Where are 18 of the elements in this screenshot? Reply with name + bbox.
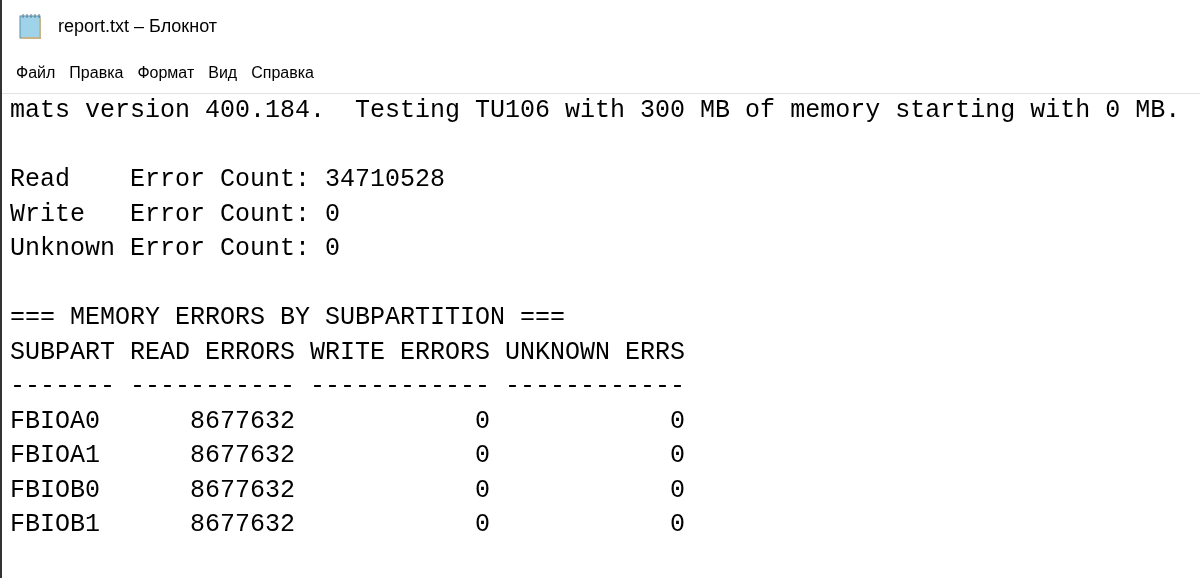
text-line: FBIOB1 8677632 0 0 xyxy=(10,509,687,541)
text-line: === MEMORY ERRORS BY SUBPARTITION === xyxy=(10,302,567,334)
menu-item[interactable]: Файл xyxy=(14,60,68,85)
menu-item[interactable]: Формат xyxy=(135,60,207,85)
menu-item[interactable]: Справка xyxy=(249,60,326,85)
text-line: Write Error Count: 0 xyxy=(10,198,342,231)
text-line: FBIOA0 8677632 0 0 xyxy=(10,405,687,438)
text-line: ------- ----------- ------------ ------------ xyxy=(10,371,687,403)
text-line: mats version 400.184. Testing TU106 with 300 MB of memory starting with 0 MB. xyxy=(10,95,1182,127)
notepad-icon xyxy=(18,12,44,40)
menu-item[interactable]: Вид xyxy=(206,60,250,85)
text-line: Unknown Error Count: 0 xyxy=(10,233,342,265)
text-line: FBIOA1 8677632 0 0 xyxy=(10,440,687,472)
text-line: FBIOB0 8677632 0 0 xyxy=(10,474,687,507)
text-line: Read Error Count: 34710528 xyxy=(10,164,447,196)
window-title: report.txt – Блокнот xyxy=(58,14,218,38)
menu-item[interactable]: Правка xyxy=(67,60,136,85)
text-line: SUBPART READ ERRORS WRITE ERRORS UNKNOWN ERRS xyxy=(10,336,687,369)
